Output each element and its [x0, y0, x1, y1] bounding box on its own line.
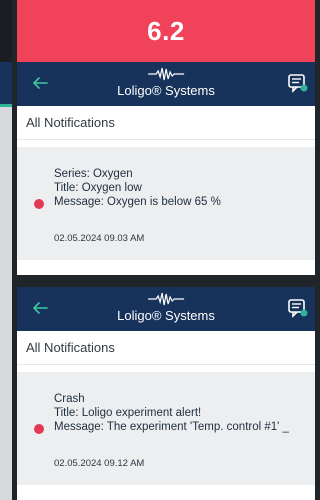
notifications-screen-1: Loligo® Systems All Notifications Series… [17, 62, 315, 275]
notification-card[interactable]: Series: Oxygen Title: Oxygen low Message… [17, 147, 315, 260]
loligo-wave-logo [147, 292, 184, 306]
notification-text: Series: Oxygen Title: Oxygen low Message… [54, 167, 309, 209]
notification-series: Series: Oxygen [54, 168, 133, 180]
notification-series: Crash [54, 393, 85, 405]
background-app-bar-sliver [0, 62, 12, 106]
version-header: 6.2 [17, 0, 315, 62]
version-label: 6.2 [147, 15, 185, 46]
notification-title: Title: Loligo experiment alert! [54, 407, 202, 419]
brand-logo: Loligo® Systems [117, 66, 215, 99]
chat-bubble-icon[interactable] [287, 72, 309, 94]
chat-bubble-icon[interactable] [287, 297, 309, 319]
unread-dot [34, 199, 44, 209]
notification-message: Message: Oxygen is below 65 % [54, 196, 221, 208]
section-title: All Notifications [17, 106, 315, 140]
notification-card[interactable]: Crash Title: Loligo experiment alert! Me… [17, 372, 315, 485]
arrow-left-icon[interactable] [31, 74, 49, 92]
app-bar: Loligo® Systems [17, 287, 315, 331]
notification-date: 02.05.2024 09.12 AM [54, 458, 145, 469]
screen-divider [17, 275, 315, 287]
brand-name: Loligo® Systems [117, 83, 215, 98]
loligo-wave-logo [147, 67, 184, 81]
background-content-sliver [0, 107, 12, 500]
arrow-left-icon[interactable] [31, 299, 49, 317]
page: 6.2 Loligo® Systems All Notifications Se… [0, 0, 315, 500]
notification-title: Title: Oxygen low [54, 182, 142, 194]
notification-date: 02.05.2024 09.03 AM [54, 233, 145, 244]
unread-dot [34, 424, 44, 434]
brand-name: Loligo® Systems [117, 308, 215, 323]
notification-message: Message: The experiment 'Temp. control #… [54, 421, 289, 433]
notifications-screen-2: Loligo® Systems All Notifications Crash … [17, 287, 315, 500]
notification-text: Crash Title: Loligo experiment alert! Me… [54, 392, 309, 434]
app-bar: Loligo® Systems [17, 62, 315, 106]
section-title: All Notifications [17, 331, 315, 365]
brand-logo: Loligo® Systems [117, 291, 215, 324]
